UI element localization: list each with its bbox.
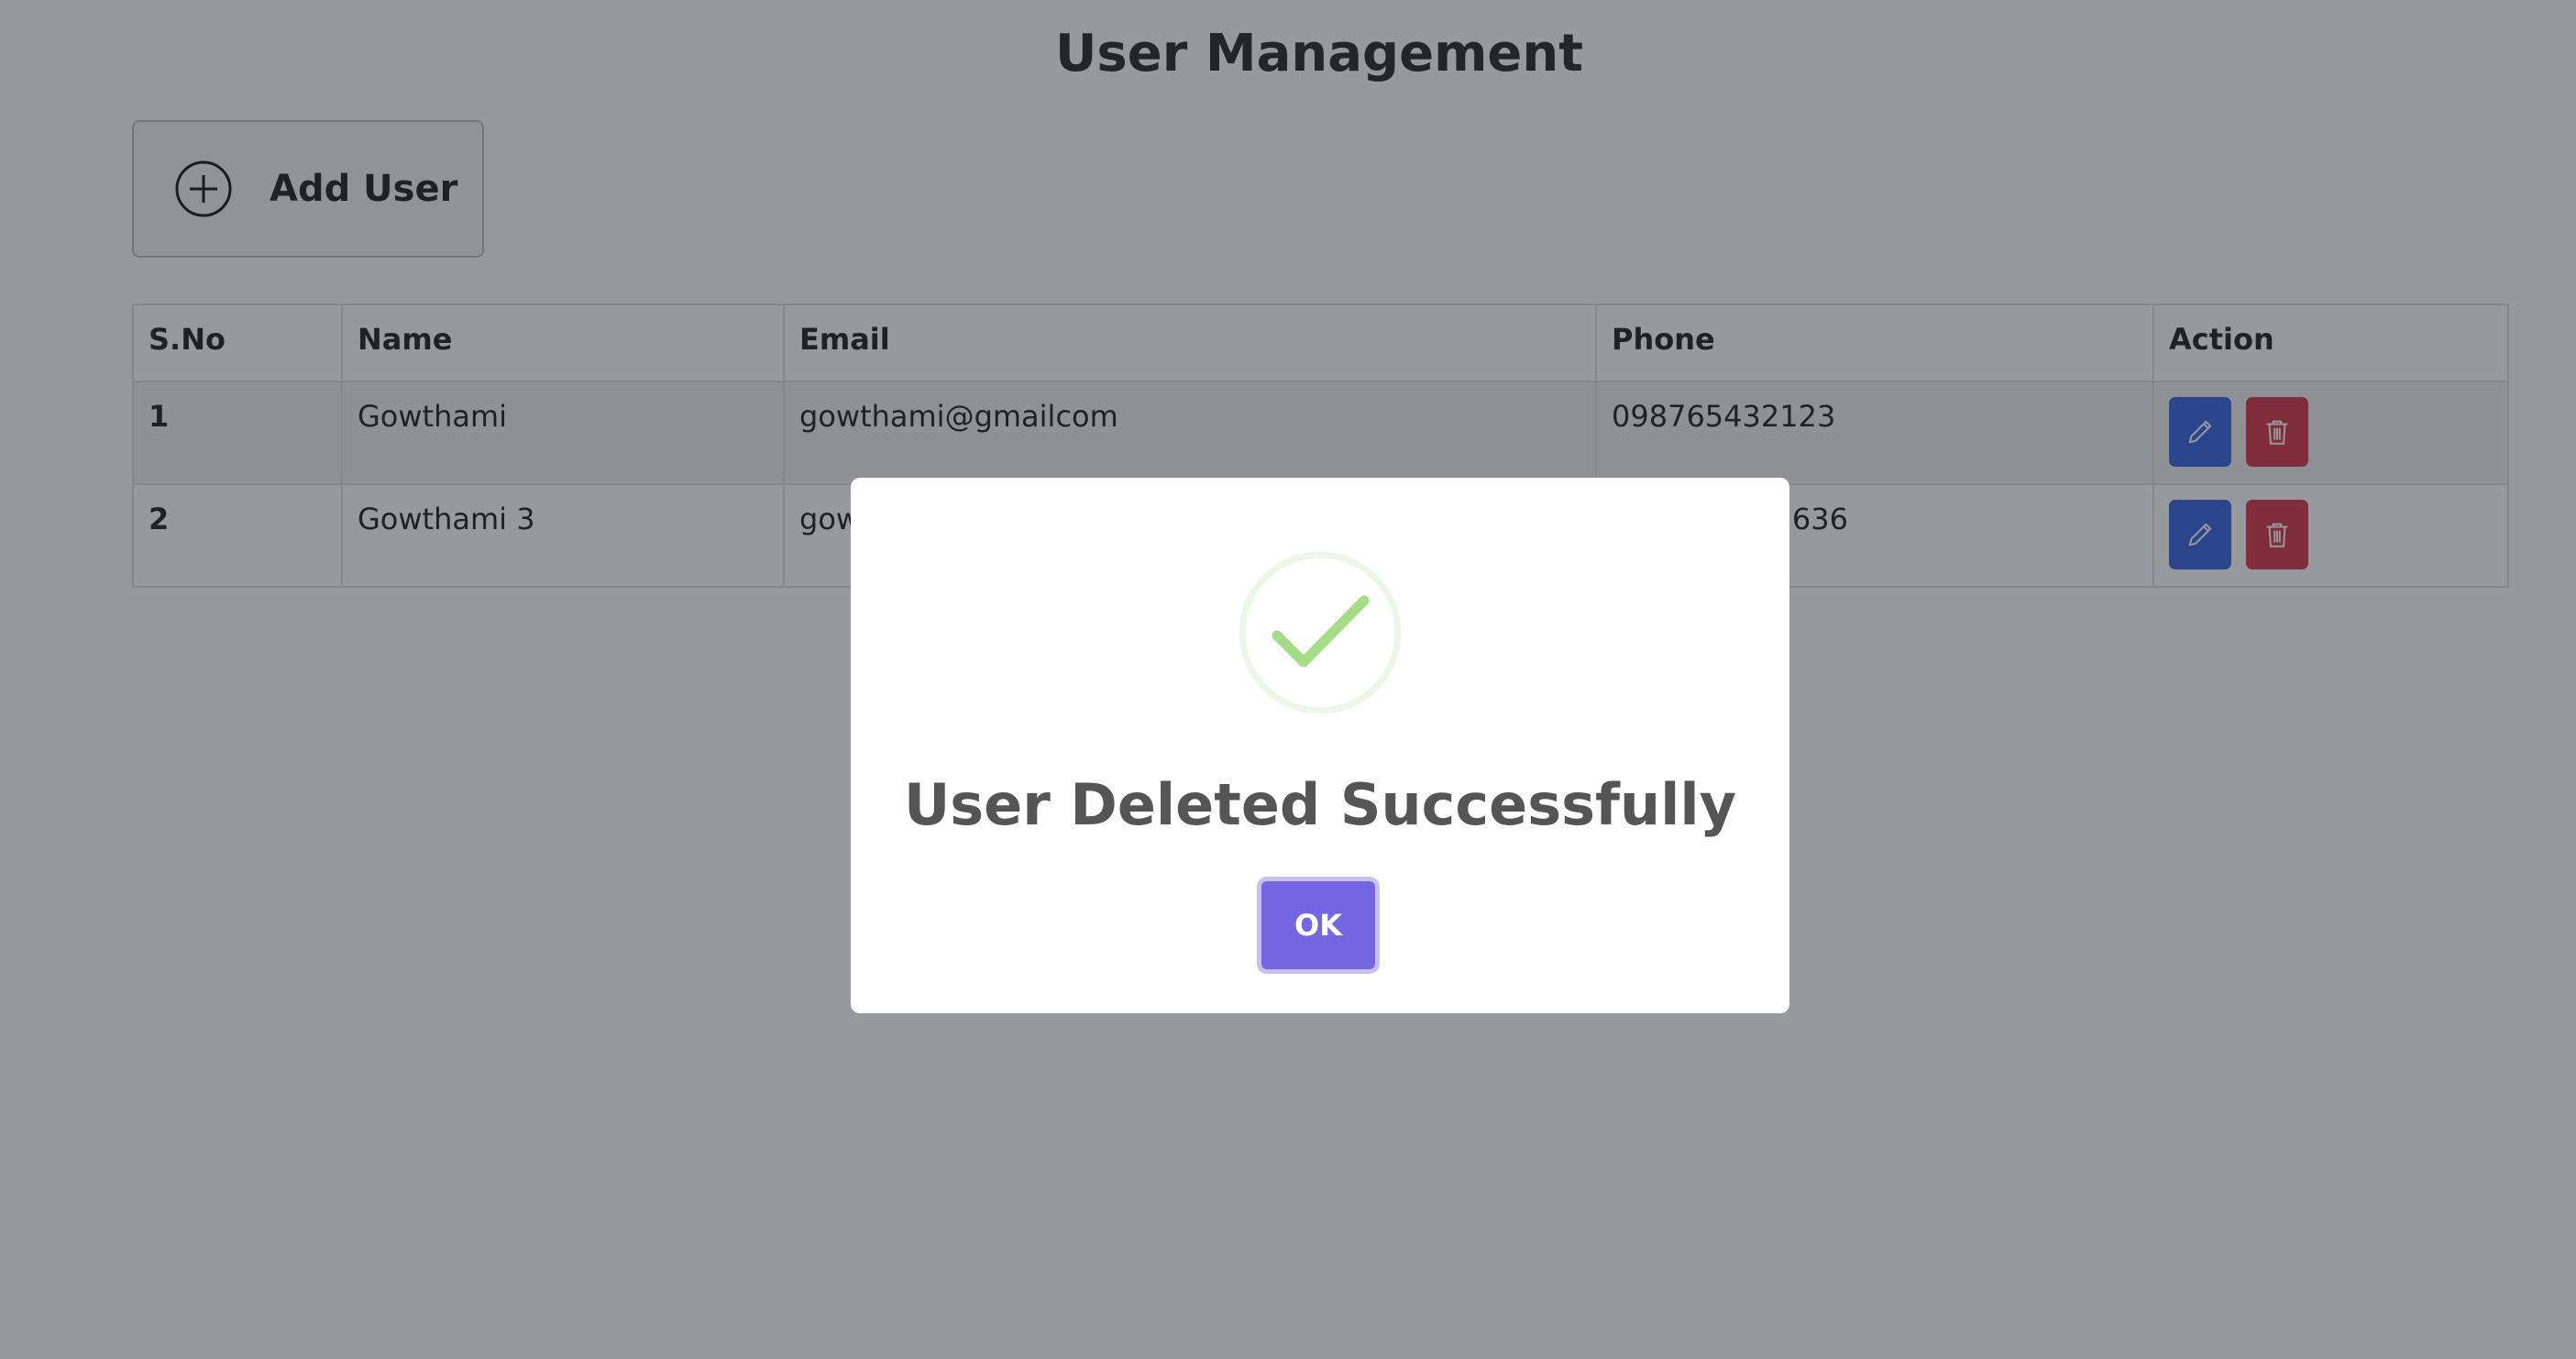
dialog-title: User Deleted Successfully [903,771,1737,838]
success-check-icon [1238,551,1402,714]
user-management-page: User Management Add User S.No Name Email… [0,0,2576,1359]
ok-button[interactable]: OK [1261,881,1375,969]
success-dialog: User Deleted Successfully OK [851,478,1789,1013]
